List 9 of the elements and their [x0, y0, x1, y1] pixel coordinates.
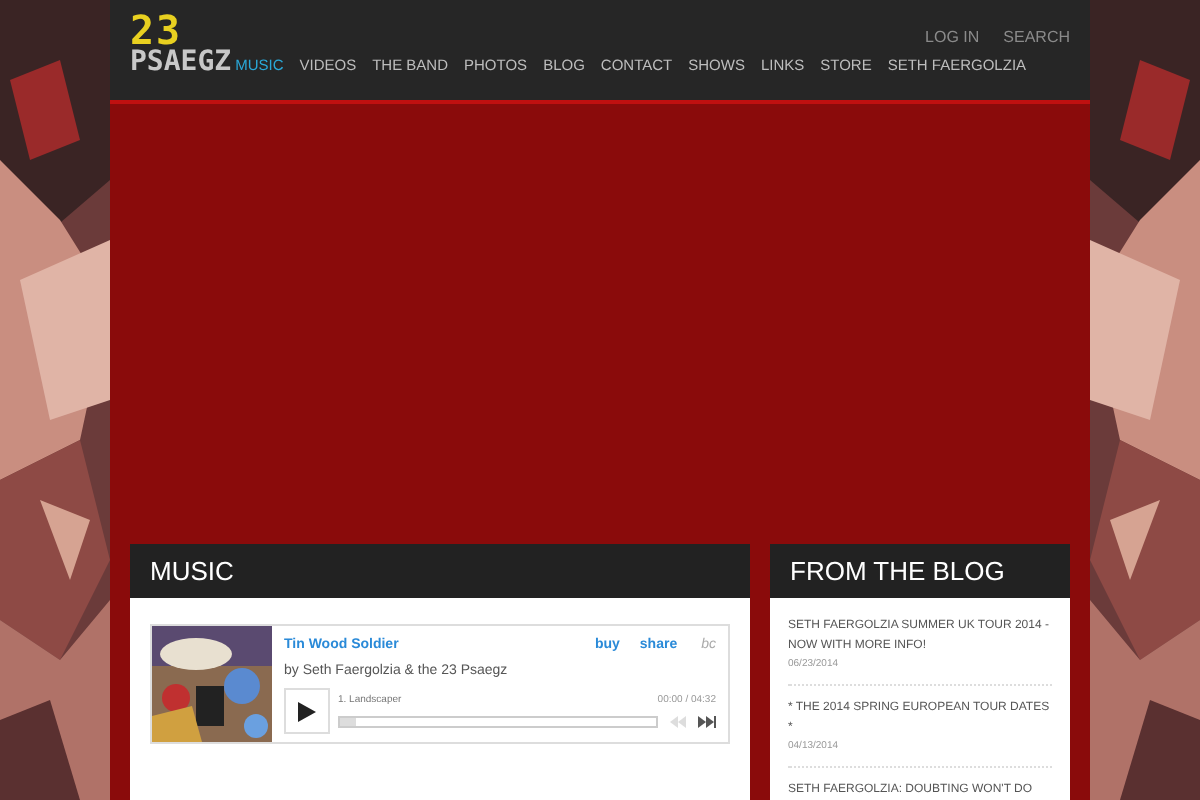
top-link[interactable]: SEARCH	[1003, 26, 1070, 50]
logo-number: 23	[130, 12, 183, 48]
next-icon[interactable]	[698, 715, 716, 728]
play-button[interactable]	[284, 688, 330, 734]
section-title: MUSIC	[150, 553, 234, 590]
section-title: FROM THE BLOG	[790, 553, 1005, 590]
play-icon	[298, 701, 316, 721]
top-link[interactable]: LOG IN	[925, 26, 980, 50]
logo-name: PSAEGZ	[130, 48, 232, 76]
